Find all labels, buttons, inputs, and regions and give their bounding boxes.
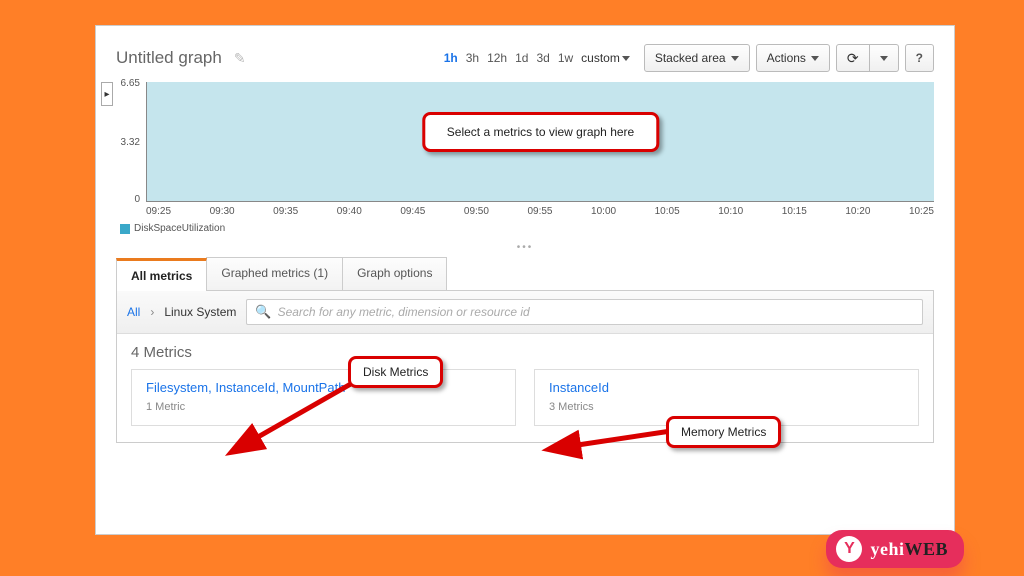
range-custom[interactable]: custom bbox=[581, 51, 630, 65]
caret-down-icon bbox=[622, 56, 630, 61]
x-tick: 09:40 bbox=[337, 206, 362, 217]
tab-content: All › Linux System 🔍 4 Metrics Filesyste… bbox=[116, 291, 934, 443]
x-tick: 10:00 bbox=[591, 206, 616, 217]
disk-metrics-callout: Disk Metrics bbox=[348, 356, 443, 388]
caret-down-icon bbox=[811, 56, 819, 61]
chart-placeholder-callout: Select a metrics to view graph here bbox=[422, 112, 659, 152]
tab-graph-options[interactable]: Graph options bbox=[342, 257, 447, 290]
x-tick: 10:10 bbox=[718, 206, 743, 217]
time-range-group: 1h 3h 12h 1d 3d 1w custom bbox=[444, 51, 630, 65]
refresh-interval-dropdown[interactable] bbox=[870, 44, 899, 72]
y-tick: 3.32 bbox=[121, 137, 140, 148]
range-1w[interactable]: 1w bbox=[558, 51, 573, 65]
metrics-tabs: All metrics Graphed metrics (1) Graph op… bbox=[116, 257, 934, 291]
watermark-text-1: yehi bbox=[870, 539, 904, 559]
caret-down-icon bbox=[880, 56, 888, 61]
x-tick: 10:20 bbox=[845, 206, 870, 217]
chart-y-axis: 6.65 3.32 0 bbox=[116, 82, 144, 202]
graph-title: Untitled graph bbox=[116, 48, 222, 68]
y-tick: 0 bbox=[134, 194, 140, 205]
x-tick: 10:25 bbox=[909, 206, 934, 217]
x-tick: 09:35 bbox=[273, 206, 298, 217]
x-tick: 09:25 bbox=[146, 206, 171, 217]
caret-down-icon bbox=[731, 56, 739, 61]
breadcrumb-namespace: Linux System bbox=[164, 305, 236, 319]
breadcrumb-separator-icon: › bbox=[150, 305, 154, 319]
x-tick: 09:45 bbox=[400, 206, 425, 217]
metric-search[interactable]: 🔍 bbox=[246, 299, 923, 325]
search-icon: 🔍 bbox=[255, 304, 271, 320]
help-icon: ? bbox=[916, 51, 923, 65]
expand-chart-toggle[interactable]: ▸ bbox=[101, 82, 113, 106]
watermark-logo-icon: Y bbox=[836, 536, 862, 562]
watermark-badge: Y yehiWEB bbox=[826, 530, 964, 568]
help-button[interactable]: ? bbox=[905, 44, 934, 72]
memory-metrics-callout: Memory Metrics bbox=[666, 416, 781, 448]
dimension-card-sub: 1 Metric bbox=[146, 401, 501, 413]
dimension-card-sub: 3 Metrics bbox=[549, 401, 904, 413]
dimension-card-filesystem[interactable]: Filesystem, InstanceId, MountPath 1 Metr… bbox=[131, 369, 516, 426]
actions-label: Actions bbox=[767, 51, 806, 65]
tab-graphed-metrics[interactable]: Graphed metrics (1) bbox=[206, 257, 343, 290]
chart-legend: DiskSpaceUtilization bbox=[116, 223, 934, 234]
legend-swatch bbox=[120, 224, 130, 234]
x-tick: 10:05 bbox=[655, 206, 680, 217]
x-tick: 10:15 bbox=[782, 206, 807, 217]
chart-type-dropdown[interactable]: Stacked area bbox=[644, 44, 750, 72]
chart-x-axis: 09:25 09:30 09:35 09:40 09:45 09:50 09:5… bbox=[116, 206, 934, 217]
dimension-card-title: Filesystem, InstanceId, MountPath bbox=[146, 380, 501, 395]
metric-search-input[interactable] bbox=[278, 305, 914, 319]
chart-type-label: Stacked area bbox=[655, 51, 726, 65]
x-tick: 09:50 bbox=[464, 206, 489, 217]
metrics-heading: 4 Metrics bbox=[131, 344, 919, 361]
refresh-button[interactable]: ⟳ bbox=[836, 44, 870, 72]
x-tick: 09:55 bbox=[527, 206, 552, 217]
tab-all-metrics[interactable]: All metrics bbox=[116, 258, 207, 291]
range-1h[interactable]: 1h bbox=[444, 51, 458, 65]
x-tick: 09:30 bbox=[210, 206, 235, 217]
range-3h[interactable]: 3h bbox=[466, 51, 479, 65]
chart-area[interactable]: Select a metrics to view graph here bbox=[146, 82, 934, 202]
edit-title-icon[interactable]: ✎ bbox=[234, 50, 246, 67]
dimension-card-title: InstanceId bbox=[549, 380, 904, 395]
resize-grip[interactable]: ••• bbox=[116, 242, 934, 253]
range-12h[interactable]: 12h bbox=[487, 51, 507, 65]
actions-dropdown[interactable]: Actions bbox=[756, 44, 830, 72]
range-custom-label: custom bbox=[581, 51, 620, 65]
range-1d[interactable]: 1d bbox=[515, 51, 528, 65]
legend-label: DiskSpaceUtilization bbox=[134, 223, 225, 234]
range-3d[interactable]: 3d bbox=[536, 51, 549, 65]
y-tick: 6.65 bbox=[121, 78, 140, 89]
breadcrumb-root[interactable]: All bbox=[127, 305, 140, 319]
watermark-text-2: WEB bbox=[904, 539, 948, 559]
refresh-icon: ⟳ bbox=[847, 50, 859, 67]
